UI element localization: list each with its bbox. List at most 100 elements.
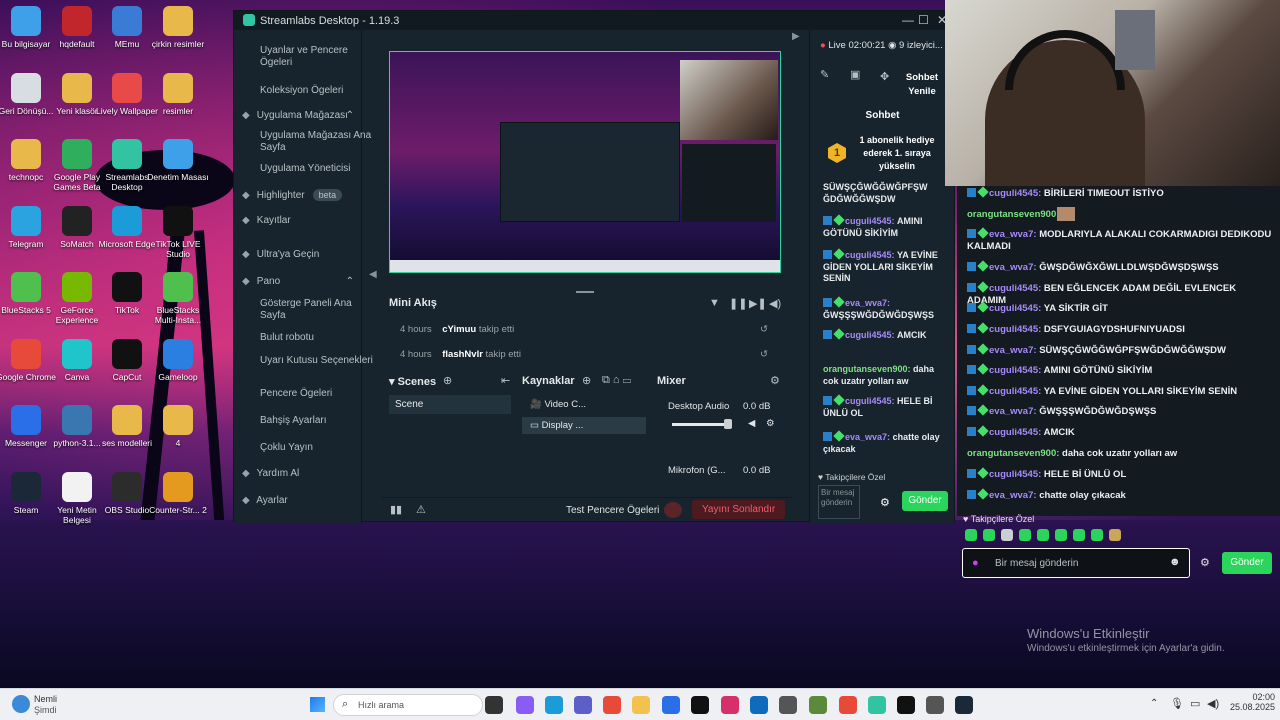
desktop-icon[interactable]: Denetim Masası xyxy=(146,139,210,182)
chat-send-button[interactable]: Gönder xyxy=(902,491,948,511)
copilot-icon[interactable] xyxy=(516,696,534,714)
outlook-icon[interactable] xyxy=(750,696,768,714)
sidebar-item[interactable]: ◆ Uygulama Mağazası ⌃ xyxy=(242,110,360,122)
store-icon[interactable] xyxy=(662,696,680,714)
emote-icon[interactable] xyxy=(1055,529,1067,541)
sidebar-item[interactable]: Gösterge Paneli Ana Sayfa xyxy=(260,298,378,322)
alert-icon[interactable]: ⚠ xyxy=(416,503,426,516)
overlay-chat-username[interactable]: cuguli4545: xyxy=(989,365,1041,376)
minecraft-icon[interactable] xyxy=(809,696,827,714)
edit-icon[interactable]: ✎ xyxy=(820,68,829,81)
clock[interactable]: 02:00 25.08.2025 xyxy=(1225,692,1275,712)
stream-preview[interactable] xyxy=(389,51,781,273)
sidebar-item[interactable]: Pencere Ögeleri xyxy=(260,388,378,400)
sidebar-item[interactable]: Çoklu Yayın xyxy=(260,442,378,454)
scene-transition-icon[interactable]: ⇤ xyxy=(501,374,510,387)
emote-icon[interactable] xyxy=(1109,529,1121,541)
desktop-icon[interactable]: Counter-Str... 2 xyxy=(146,471,210,515)
start-button-icon[interactable] xyxy=(310,697,325,712)
add-source-icon[interactable]: ⊕ xyxy=(582,374,591,387)
move-icon[interactable]: ✥ xyxy=(880,70,889,83)
task-view-icon[interactable] xyxy=(485,696,503,714)
stats-icon[interactable]: ▮▮ xyxy=(390,503,402,516)
channel-settings-icon[interactable]: ⚙ xyxy=(766,418,775,429)
source-tools-icon[interactable]: ⧉ ⌂ ▭ xyxy=(602,374,631,387)
chat-username[interactable]: orangutanseven900: xyxy=(823,364,911,374)
chrome-icon[interactable] xyxy=(603,696,621,714)
sidebar-item[interactable]: Uyanlar ve Pencere Ögeleri xyxy=(260,45,378,69)
mic-icon[interactable]: ● xyxy=(972,557,979,569)
overlay-chat-username[interactable]: orangutanseven900: xyxy=(967,448,1059,459)
sidebar-item[interactable]: ◆ Pano ⌃ xyxy=(242,276,360,288)
overlay-chat-username[interactable]: cuguli4545: xyxy=(989,283,1041,294)
chevron-up-icon[interactable]: ⌃ xyxy=(346,110,354,122)
refresh-chat-button[interactable]: Sohbet Yenile xyxy=(894,71,950,99)
overlay-settings-icon[interactable]: ⚙ xyxy=(1200,556,1210,569)
overlay-chat-username[interactable]: orangutanseven900: xyxy=(967,209,1059,220)
source-item-selected[interactable]: ▭ Display ... xyxy=(522,417,646,434)
test-widgets-label[interactable]: Test Pencere Ögeleri xyxy=(566,505,659,516)
overlay-chat-username[interactable]: cuguli4545: xyxy=(989,386,1041,397)
overlay-chat-username[interactable]: cuguli4545: xyxy=(989,188,1041,199)
overlay-chat-username[interactable]: cuguli4545: xyxy=(989,427,1041,438)
overlay-chat-username[interactable]: cuguli4545: xyxy=(989,469,1041,480)
sidebar-item[interactable]: ◆ Kayıtlar xyxy=(242,215,360,227)
overlay-chat-username[interactable]: cuguli4545: xyxy=(989,303,1041,314)
mixer-settings-icon[interactable]: ⚙ xyxy=(770,374,780,387)
tiktok-icon[interactable] xyxy=(691,696,709,714)
chrome-alt-icon[interactable] xyxy=(839,696,857,714)
sidebar-item[interactable]: Koleksiyon Ögeleri xyxy=(260,85,378,97)
chevron-left-icon[interactable]: ◀ xyxy=(369,269,377,280)
volume-slider-knob[interactable] xyxy=(724,419,732,429)
speaker-icon[interactable]: ◀ xyxy=(748,418,755,429)
overlay-message-input[interactable]: ● Bir mesaj gönderin ☻ xyxy=(962,548,1190,578)
overlay-chat-username[interactable]: eva_wva7: xyxy=(989,262,1037,273)
network-icon[interactable]: ▭ xyxy=(1190,697,1200,710)
streamlabs-icon[interactable] xyxy=(868,696,886,714)
overlay-chat-username[interactable]: eva_wva7: xyxy=(989,490,1037,501)
desktop-icon[interactable]: 4 xyxy=(146,405,210,448)
volume-slider[interactable] xyxy=(672,423,728,426)
chevron-up-icon[interactable]: ⌃ xyxy=(346,276,354,288)
overlay-send-button[interactable]: Gönder xyxy=(1222,552,1272,574)
edge-icon[interactable] xyxy=(545,696,563,714)
desktop-icon[interactable]: resimler xyxy=(146,72,210,116)
scene-item[interactable]: Scene xyxy=(389,395,511,414)
add-scene-icon[interactable]: ⊕ xyxy=(443,374,452,387)
chat-username[interactable]: cuguli4545: xyxy=(845,216,895,226)
filter-icon[interactable]: ▼ xyxy=(709,297,720,309)
overlay-chat-username[interactable]: eva_wva7: xyxy=(989,229,1037,240)
chat-username[interactable]: cuguli4545: xyxy=(845,250,895,260)
chat-username[interactable]: eva_wva7: xyxy=(845,298,890,308)
taskbar-search[interactable]: ⌕ Hızlı arama xyxy=(333,694,483,716)
desktop-icon[interactable]: TikTok LIVE Studio xyxy=(146,205,210,259)
popout-icon[interactable]: ▣ xyxy=(850,68,860,81)
volume-icon[interactable]: ◀) xyxy=(769,297,781,310)
chat-tab[interactable]: Sohbet xyxy=(810,110,955,121)
sidebar-item[interactable]: Uygulama Yöneticisi xyxy=(260,163,378,175)
replay-icon[interactable]: ↺ xyxy=(760,349,768,360)
sidebar-item[interactable]: Bulut robotu xyxy=(260,332,378,344)
settings-icon[interactable] xyxy=(926,696,944,714)
resize-handle[interactable] xyxy=(576,291,594,293)
mic-tray-icon[interactable]: 🎙 xyxy=(1170,697,1184,710)
sidebar-item[interactable]: ◆ Ultra'ya Geçin xyxy=(242,249,360,261)
maximize-icon[interactable]: ☐ xyxy=(918,13,929,27)
chat-settings-icon[interactable]: ⚙ xyxy=(880,496,890,509)
steam-icon[interactable] xyxy=(955,696,973,714)
desktop-icon[interactable]: çirkin resimler xyxy=(146,6,210,49)
emote-icon[interactable] xyxy=(1037,529,1049,541)
overlay-chat-username[interactable]: cuguli4545: xyxy=(989,324,1041,335)
emote-icon[interactable] xyxy=(1019,529,1031,541)
record-button[interactable] xyxy=(664,502,682,518)
source-item[interactable]: 🎥 Video C... xyxy=(530,399,648,410)
emoji-icon[interactable]: ☻ xyxy=(1169,556,1181,568)
sidebar-item[interactable]: ◆ Yardım Al xyxy=(242,468,360,480)
emote-icon[interactable] xyxy=(965,529,977,541)
chat-username[interactable]: eva_wva7: xyxy=(845,432,890,442)
chat-username[interactable]: cuguli4545: xyxy=(845,396,895,406)
chat-input[interactable]: Bir mesaj gönderin xyxy=(818,485,860,519)
speaker-tray-icon[interactable]: ◀) xyxy=(1207,697,1219,710)
instagram-icon[interactable] xyxy=(721,696,739,714)
sidebar-item[interactable]: Bahşiş Ayarları xyxy=(260,415,378,427)
